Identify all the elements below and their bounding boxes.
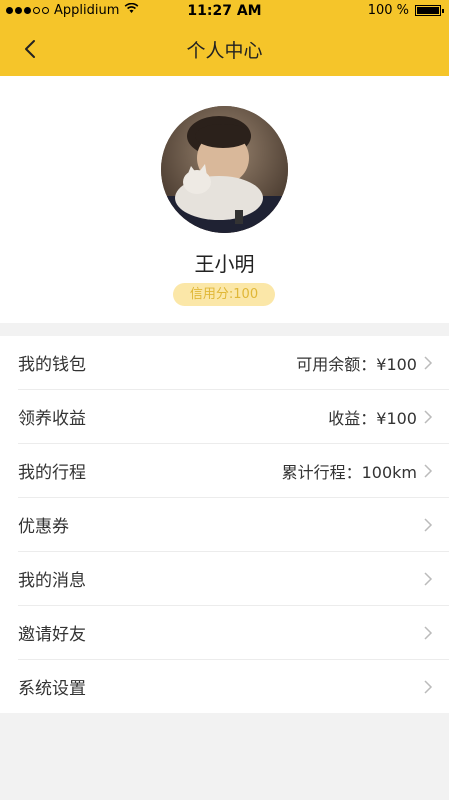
menu-item-label: 优惠券 (18, 517, 69, 537)
header: Applidium 11:27 AM 100 % 个人中心 (0, 0, 449, 76)
menu-item-messages[interactable]: 我的消息 (18, 552, 449, 606)
chevron-right-icon (424, 355, 433, 370)
menu-item-value: 累计行程：100km (281, 462, 417, 482)
menu-item-wallet[interactable]: 我的钱包 可用余额：¥100 (18, 336, 449, 390)
menu-item-trips[interactable]: 我的行程 累计行程：100km (18, 444, 449, 498)
menu-item-label: 邀请好友 (18, 625, 86, 645)
menu-item-label: 我的消息 (18, 571, 86, 591)
menu-item-value: 收益：¥100 (328, 408, 417, 428)
chevron-right-icon (424, 571, 433, 586)
chevron-right-icon (424, 517, 433, 532)
chevron-right-icon (424, 625, 433, 640)
credit-badge: 信用分:100 (173, 283, 275, 306)
menu-item-label: 系统设置 (18, 679, 86, 699)
page-title: 个人中心 (186, 40, 263, 62)
chevron-right-icon (424, 463, 433, 478)
menu-list: 我的钱包 可用余额：¥100 领养收益 收益：¥100 我的行程 累计行程：10… (0, 336, 449, 713)
menu-item-label: 领养收益 (18, 409, 86, 429)
menu-item-settings[interactable]: 系统设置 (18, 660, 449, 713)
avatar[interactable] (161, 106, 288, 233)
menu-item-label: 我的钱包 (18, 355, 86, 375)
menu-item-earnings[interactable]: 领养收益 收益：¥100 (18, 390, 449, 444)
status-bar: Applidium 11:27 AM 100 % (0, 0, 449, 22)
chevron-right-icon (424, 679, 433, 694)
menu-item-label: 我的行程 (18, 463, 86, 483)
battery-icon (415, 5, 444, 16)
nav-bar: 个人中心 (0, 22, 449, 76)
status-right: 100 % (367, 3, 444, 18)
menu-item-value: 可用余额：¥100 (296, 354, 417, 374)
profile-card: 王小明 信用分:100 (0, 76, 449, 323)
battery-percent: 100 % (367, 3, 409, 18)
user-name: 王小明 (194, 252, 255, 276)
chevron-right-icon (424, 409, 433, 424)
menu-item-coupons[interactable]: 优惠券 (18, 498, 449, 552)
menu-item-invite[interactable]: 邀请好友 (18, 606, 449, 660)
